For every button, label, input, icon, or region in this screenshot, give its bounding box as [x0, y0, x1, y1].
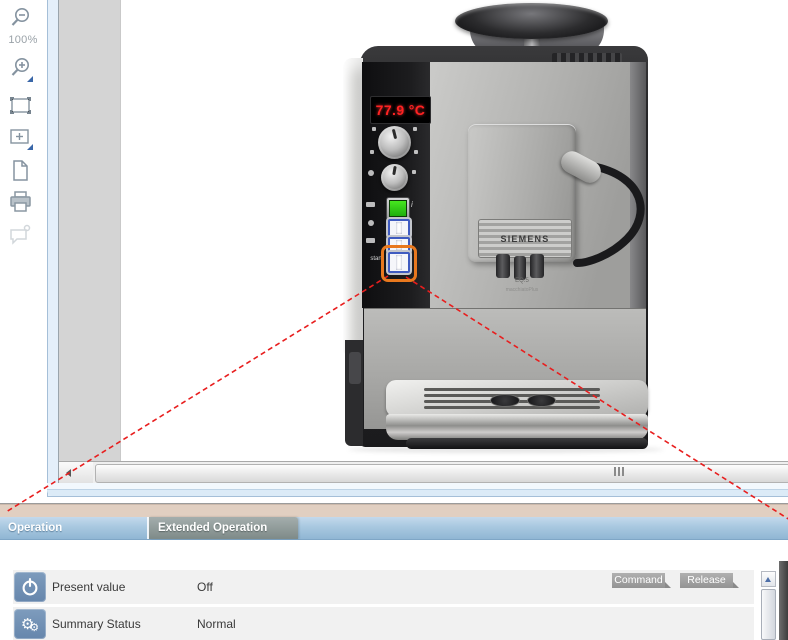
scrollbar-grip: [618, 467, 620, 476]
row-label: Present value: [52, 570, 125, 604]
cup-hole: [490, 394, 520, 407]
panel-vscrollbar-thumb[interactable]: [761, 589, 776, 640]
scrollbar-grip: [622, 467, 624, 476]
row-value: Off: [197, 570, 213, 604]
canvas-hscrollbar-thumb[interactable]: [95, 464, 788, 483]
dock-header-strip: [0, 504, 788, 518]
gears-icon: ⚙⚙: [14, 609, 46, 639]
coffee-spout: [496, 254, 510, 278]
model-label: EQ.5: [492, 278, 552, 285]
brand-label: SIEMENS: [501, 234, 550, 244]
power-icon: [14, 572, 46, 602]
coffee-spout: [514, 256, 526, 280]
summary-status-row: ⚙⚙ Summary Status Normal: [13, 607, 754, 640]
tray-slot: [424, 406, 600, 409]
floor-shadow: [348, 446, 664, 453]
hscroll-left-arrow-icon: [66, 469, 71, 477]
highlight-ring: [381, 245, 417, 282]
scrollbar-grip: [614, 467, 616, 476]
present-value-row: Present value Off Command Release: [13, 570, 754, 604]
tray-slot: [424, 388, 600, 391]
row-label: Summary Status: [52, 607, 141, 640]
release-button[interactable]: Release: [680, 573, 733, 588]
tab-extended-operation[interactable]: Extended Operation: [149, 517, 298, 539]
window-edge-bar: [779, 561, 788, 640]
cup-hole: [527, 394, 556, 407]
canvas-frame-line: [47, 496, 788, 497]
model-sub-label: macchiatoPlus: [482, 287, 562, 293]
row-value: Normal: [197, 607, 236, 640]
faceplate-window: 100%: [0, 0, 788, 640]
hscroll-left-button[interactable]: [59, 462, 93, 483]
command-button[interactable]: Command: [612, 573, 665, 588]
brand-plate: SIEMENS: [478, 219, 572, 258]
tab-operation[interactable]: Operation: [0, 517, 147, 539]
scroll-up-arrow-icon: [765, 577, 771, 582]
tray-front: [386, 414, 648, 440]
coffee-spout: [530, 254, 544, 278]
